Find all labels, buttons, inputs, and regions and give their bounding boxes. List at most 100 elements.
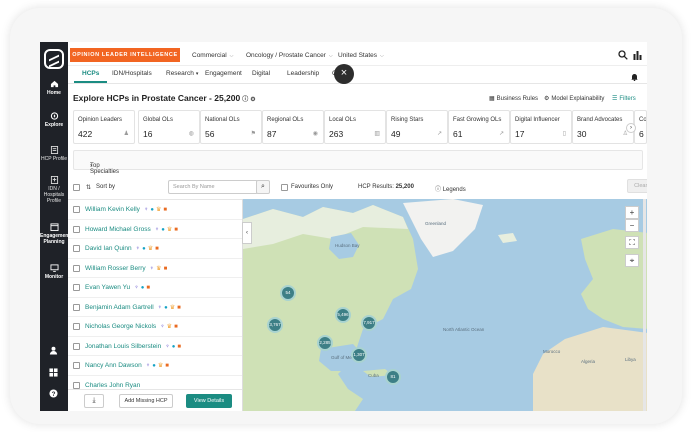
search-icon[interactable]: [618, 50, 628, 60]
filter-settings-icon[interactable]: ⚙: [250, 97, 255, 103]
row-checkbox[interactable]: [73, 323, 80, 330]
minus-icon: −: [629, 221, 635, 230]
legends-button[interactable]: ⓘ Legends: [435, 184, 466, 193]
hcp-name-link[interactable]: William Kevin Kelly ♆ ● ♛ ■: [85, 206, 169, 213]
hcp-map[interactable]: Greenland Hudson Bay North Atlantic Ocea…: [242, 199, 647, 411]
map-cluster[interactable]: 3,767: [267, 317, 283, 333]
sidebar-item-idn-hospitals-profile[interactable]: IDN / Hospitals Profile: [40, 176, 68, 204]
crumb-therapy-area[interactable]: Oncology / Prostate Cancer ⌵: [246, 52, 333, 59]
list-item[interactable]: Charles John Ryan: [68, 376, 242, 390]
metric-label: Rising Stars: [391, 117, 424, 123]
user-icon[interactable]: [49, 346, 58, 355]
metric-card-brand-advocates[interactable]: Brand Advocates 30 ♙: [572, 110, 634, 144]
row-checkbox[interactable]: [73, 381, 80, 389]
metric-card-local-ols[interactable]: Local OLs 263 ▥: [324, 110, 386, 144]
row-checkbox[interactable]: [73, 303, 80, 311]
metric-card-national-ols[interactable]: National OLs 56 ⚑: [200, 110, 262, 144]
list-item[interactable]: Nancy Ann Dawson ♆ ● ♛ ■: [68, 356, 242, 376]
row-checkbox[interactable]: [73, 225, 80, 233]
row-checkbox[interactable]: [73, 284, 80, 291]
crumb-country[interactable]: United States ⌵: [338, 52, 384, 59]
page-scrollbar[interactable]: [643, 199, 646, 411]
fullscreen-button[interactable]: ⛶: [625, 236, 639, 249]
chevron-right-icon[interactable]: ›: [626, 123, 636, 133]
tab-digital[interactable]: Digital: [252, 70, 270, 77]
hcp-name-link[interactable]: Howard Michael Gross ♆ ● ♛ ■: [85, 226, 180, 233]
hcp-name-link[interactable]: David Ian Quinn ♆ ● ♛ ■: [85, 245, 161, 252]
search-button[interactable]: ⌕: [256, 180, 270, 194]
zoom-out-button[interactable]: −: [625, 219, 639, 232]
hcp-name-link[interactable]: Evan Yawen Yu ♆ ● ■: [85, 284, 152, 291]
metric-card-digital-influencer[interactable]: Digital Influencer 17 ▯: [510, 110, 572, 144]
hcp-name-link[interactable]: Nicholas George Nickols ♆ ♛ ■: [85, 323, 180, 330]
map-label-libya: Libya: [625, 357, 636, 362]
sidebar-item-home[interactable]: Home: [40, 80, 68, 96]
list-item[interactable]: Jonathan Louis Silberstein ♆ ● ■: [68, 337, 242, 356]
list-item[interactable]: William Kevin Kelly ♆ ● ♛ ■: [68, 200, 242, 220]
business-rules-button[interactable]: ▦ Business Rules: [489, 95, 538, 102]
sidebar-item-engagement-planning[interactable]: Engagement Planning: [40, 223, 70, 245]
top-specialties-bar[interactable]: › Top Specialties: [73, 150, 643, 175]
bell-icon[interactable]: [631, 73, 638, 81]
app-logo[interactable]: [44, 49, 64, 69]
hcp-name-link[interactable]: Charles John Ryan: [85, 382, 140, 389]
metric-card-global-ols[interactable]: Global OLs 16 ◍: [138, 110, 200, 144]
locate-button[interactable]: ⌖: [625, 254, 639, 267]
apps-grid-icon[interactable]: [49, 368, 58, 377]
favourites-checkbox[interactable]: [281, 184, 288, 191]
list-item[interactable]: Benjamin Adam Gartrell ♆ ● ♛ ■: [68, 298, 242, 317]
list-item[interactable]: Howard Michael Gross ♆ ● ♛ ■: [68, 220, 242, 239]
hcp-name-link[interactable]: Jonathan Louis Silberstein ♆ ● ■: [85, 343, 183, 350]
bar-chart-icon[interactable]: [633, 50, 642, 60]
tab-idn-hospitals[interactable]: IDN/Hospitals: [112, 70, 152, 77]
row-checkbox[interactable]: [73, 206, 80, 213]
tab-engagement[interactable]: Engagement: [205, 70, 242, 77]
model-explainability-button[interactable]: ⚙ Model Explainability: [544, 95, 604, 102]
help-icon[interactable]: ?: [49, 389, 58, 398]
row-checkbox[interactable]: [73, 264, 80, 272]
hcp-name-link[interactable]: Benjamin Adam Gartrell ♆ ● ♛ ■: [85, 304, 183, 311]
sidebar-item-monitor[interactable]: Monitor: [40, 264, 68, 280]
sidebar-item-label: IDN / Hospitals Profile: [43, 186, 65, 204]
sort-icon[interactable]: ⇅: [86, 184, 91, 191]
add-missing-hcp-button[interactable]: Add Missing HCP: [119, 394, 173, 408]
download-button[interactable]: ⤓: [84, 394, 104, 408]
select-all-checkbox[interactable]: [73, 184, 80, 191]
map-cluster[interactable]: 81: [385, 369, 401, 385]
list-item[interactable]: David Ian Quinn ♆ ● ♛ ■: [68, 239, 242, 259]
sidebar-item-hcp-profile[interactable]: HCP Profile: [40, 146, 68, 162]
zoom-in-button[interactable]: +: [625, 206, 639, 219]
filters-button[interactable]: ☰ Filters: [612, 95, 636, 102]
search-input[interactable]: Search By Name: [168, 180, 258, 194]
metric-card-rising-stars[interactable]: Rising Stars 49 ↗: [386, 110, 448, 144]
map-cluster[interactable]: 7,917: [361, 315, 377, 331]
clear-filters-button[interactable]: Clear Filters: [627, 179, 647, 193]
metric-card-regional-ols[interactable]: Regional OLs 87 ◉: [262, 110, 324, 144]
list-item[interactable]: William Rosser Berry ♆ ♛ ■: [68, 259, 242, 278]
digital-icon: ●: [171, 343, 176, 350]
metric-card-fast-growing-ols[interactable]: Fast Growing OLs 61 ↗: [448, 110, 510, 144]
hcp-name-link[interactable]: William Rosser Berry ♆ ♛ ■: [85, 265, 169, 272]
sidebar-item-explore[interactable]: Explore: [40, 112, 68, 128]
tab-research[interactable]: Research ▾: [166, 70, 198, 77]
row-checkbox[interactable]: [73, 342, 80, 350]
tab-leadership[interactable]: Leadership: [287, 70, 319, 77]
collapse-list-button[interactable]: ‹: [242, 222, 252, 244]
row-checkbox[interactable]: [73, 362, 80, 369]
tab-hcps[interactable]: HCPs: [73, 70, 108, 83]
info-icon: ⓘ: [435, 187, 442, 193]
hcp-name-link[interactable]: Nancy Ann Dawson ♆ ● ♛ ■: [85, 362, 171, 369]
crumb-commercial[interactable]: Commercial ⌵: [192, 52, 233, 59]
metric-card-opinion-leaders[interactable]: Opinion Leaders 422 ♟: [73, 110, 135, 144]
document-icon: ■: [155, 246, 159, 252]
map-cluster[interactable]: 1,307: [351, 347, 367, 363]
info-icon[interactable]: ⓘ: [242, 97, 248, 103]
close-button[interactable]: ×: [334, 64, 354, 84]
map-cluster[interactable]: 54: [280, 285, 296, 301]
map-cluster[interactable]: 2,285: [317, 335, 333, 351]
view-details-button[interactable]: View Details: [186, 394, 232, 408]
row-checkbox[interactable]: [73, 245, 80, 252]
list-item[interactable]: Evan Yawen Yu ♆ ● ■: [68, 278, 242, 298]
map-cluster[interactable]: 5,496: [335, 307, 351, 323]
list-item[interactable]: Nicholas George Nickols ♆ ♛ ■: [68, 317, 242, 337]
